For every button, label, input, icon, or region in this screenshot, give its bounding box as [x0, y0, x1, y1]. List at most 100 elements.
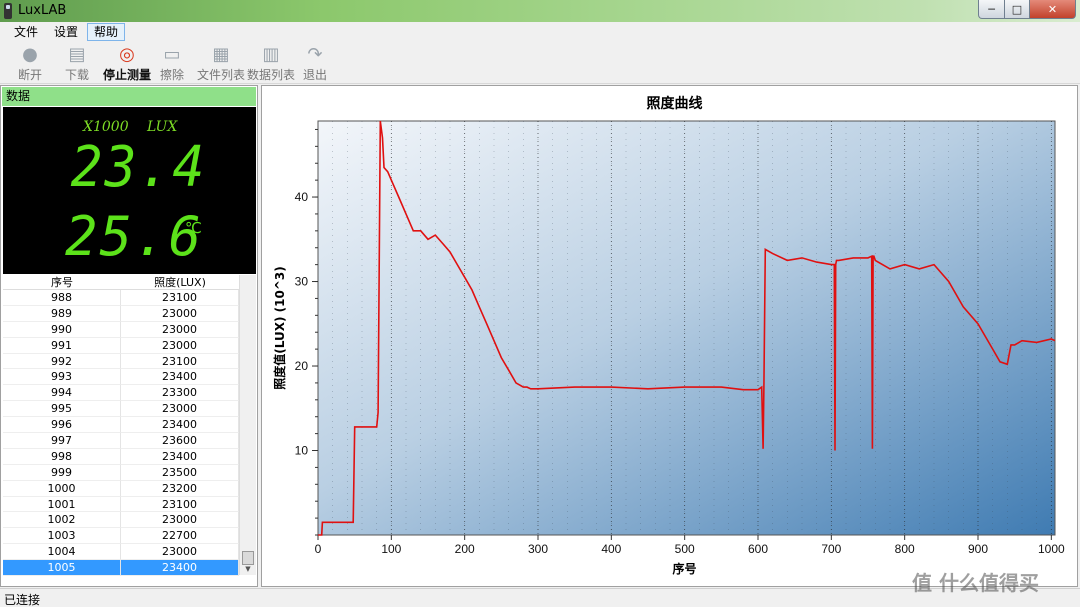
cell-index: 1004 — [3, 544, 121, 561]
table-row[interactable]: 989 23000 — [3, 305, 239, 322]
cell-index: 988 — [3, 290, 121, 306]
scroll-thumb[interactable] — [242, 551, 254, 565]
cell-lux: 22700 — [121, 528, 239, 545]
table-row[interactable]: 999 23500 — [3, 464, 239, 481]
x-tick-label: 700 — [821, 542, 841, 556]
erase-label: 擦除 — [159, 68, 184, 82]
cell-index: 1005 — [3, 560, 121, 577]
cell-lux: 23400 — [121, 369, 239, 386]
download-button[interactable]: ▤ 下载 — [50, 44, 104, 84]
erase-button[interactable]: ▭ 擦除 — [145, 44, 199, 84]
x-tick-label: 100 — [381, 542, 401, 556]
cell-index: 997 — [3, 433, 121, 449]
window-title: LuxLAB — [18, 3, 67, 18]
panel-header: 数据 — [2, 87, 256, 106]
x-axis-label: 序号 — [672, 561, 696, 576]
cell-lux: 23600 — [121, 433, 239, 449]
title-bar: LuxLAB ─ □ ✕ — [0, 0, 1080, 22]
table-row[interactable]: 988 23100 — [3, 290, 239, 306]
table-row[interactable]: 998 23400 — [3, 448, 239, 465]
cell-lux: 23400 — [121, 417, 239, 434]
cell-index: 996 — [3, 417, 121, 434]
menu-file[interactable]: 文件 — [8, 23, 44, 41]
table-row[interactable]: 1004 23000 — [3, 544, 239, 561]
table-row[interactable]: 1001 23100 — [3, 496, 239, 513]
menu-bar: 文件 设置 帮助 — [0, 22, 1080, 42]
table-row[interactable]: 990 23000 — [3, 321, 239, 338]
y-tick-label: 30 — [295, 275, 309, 289]
file-list-label: 文件列表 — [196, 68, 245, 82]
cell-index: 1000 — [3, 480, 121, 497]
lcd-temp-unit: ℃ — [185, 219, 202, 237]
cell-lux: 23300 — [121, 385, 239, 402]
lifebuoy-icon: ◎ — [119, 44, 135, 65]
cell-lux: 23100 — [121, 290, 239, 306]
chart-title: 照度曲线 — [647, 95, 703, 112]
table-row[interactable]: 1002 23000 — [3, 512, 239, 529]
exit-button[interactable]: ↷ 退出 — [288, 44, 342, 84]
cell-index: 989 — [3, 305, 121, 322]
x-tick-label: 900 — [968, 542, 988, 556]
table-row[interactable]: 1005 23400 — [3, 560, 239, 577]
menu-help[interactable]: 帮助 — [87, 23, 126, 41]
table-row[interactable]: 995 23000 — [3, 401, 239, 418]
maximize-button[interactable]: □ — [1004, 0, 1030, 19]
download-label: 下载 — [64, 68, 89, 82]
data-list-icon: ▥ — [262, 44, 280, 65]
file-list-button[interactable]: ▦ 文件列表 — [194, 44, 248, 84]
table-body: 988 23100 989 23000 990 23000 991 23000 992 23100… — [3, 290, 239, 577]
lcd-temperature: 25.6 — [65, 205, 204, 268]
y-tick-label: 10 — [295, 444, 309, 458]
exit-icon: ↷ — [307, 44, 323, 65]
scroll-down-arrow[interactable]: ▼ — [242, 564, 254, 574]
cell-index: 995 — [3, 401, 121, 418]
disconnect-button[interactable]: ● 断开 — [3, 44, 57, 84]
table-header: 序号 照度(LUX) — [3, 275, 239, 290]
menu-settings[interactable]: 设置 — [48, 23, 84, 41]
minimize-button[interactable]: ─ — [978, 0, 1005, 19]
cell-index: 990 — [3, 321, 121, 338]
cell-lux: 23400 — [121, 560, 239, 577]
column-header-lux[interactable]: 照度(LUX) — [121, 275, 239, 289]
cell-index: 991 — [3, 337, 121, 354]
y-tick-label: 20 — [295, 359, 309, 373]
x-tick-label: 1000 — [1038, 542, 1065, 556]
cell-lux: 23400 — [121, 448, 239, 465]
table-row[interactable]: 991 23000 — [3, 337, 239, 354]
data-panel: 数据 X1000 LUX 23.4 25.6 ℃ 序号 照度(LUX) 988 2… — [0, 85, 258, 587]
table-row[interactable]: 993 23400 — [3, 369, 239, 386]
cell-index: 992 — [3, 353, 121, 370]
cell-index: 994 — [3, 385, 121, 402]
toolbar: ● 断开 ▤ 下载 ◎ 停止测量 ▭ 擦除 ▦ 文件列表 ▥ 数据列表 ↷ 退出 — [0, 42, 1080, 84]
cell-lux: 23000 — [121, 401, 239, 418]
cell-index: 1002 — [3, 512, 121, 529]
lcd-scale: X1000 — [83, 119, 129, 135]
y-tick-label: 40 — [295, 190, 309, 204]
table-row[interactable]: 996 23400 — [3, 417, 239, 434]
table-row[interactable]: 1000 23200 — [3, 480, 239, 497]
cell-index: 998 — [3, 448, 121, 465]
cell-index: 1001 — [3, 496, 121, 513]
cell-index: 999 — [3, 464, 121, 481]
watermark-logo: 值 什么值得买 — [912, 571, 1039, 595]
table-row[interactable]: 994 23300 — [3, 385, 239, 402]
cell-index: 1003 — [3, 528, 121, 545]
x-tick-label: 500 — [675, 542, 695, 556]
x-tick-label: 0 — [315, 542, 322, 556]
exit-label: 退出 — [302, 68, 327, 82]
table-row[interactable]: 997 23600 — [3, 433, 239, 449]
lux-chart: 0 100 200 300 400 500 600 700 800 900 1000 10 20 30 40… — [272, 95, 1065, 576]
x-tick-label: 300 — [528, 542, 548, 556]
close-button[interactable]: ✕ — [1029, 0, 1076, 19]
cell-lux: 23100 — [121, 496, 239, 513]
erase-icon: ▭ — [163, 44, 181, 65]
cell-lux: 23000 — [121, 512, 239, 529]
table-row[interactable]: 992 23100 — [3, 353, 239, 370]
app-icon — [4, 3, 12, 19]
table-scrollbar[interactable]: ▼ — [239, 275, 256, 575]
table-row[interactable]: 1003 22700 — [3, 528, 239, 545]
column-header-index[interactable]: 序号 — [3, 275, 121, 289]
data-table: 序号 照度(LUX) 988 23100 989 23000 990 23000 991 23… — [3, 275, 239, 577]
cell-lux: 23000 — [121, 321, 239, 338]
lcd-unit: LUX — [147, 119, 178, 135]
